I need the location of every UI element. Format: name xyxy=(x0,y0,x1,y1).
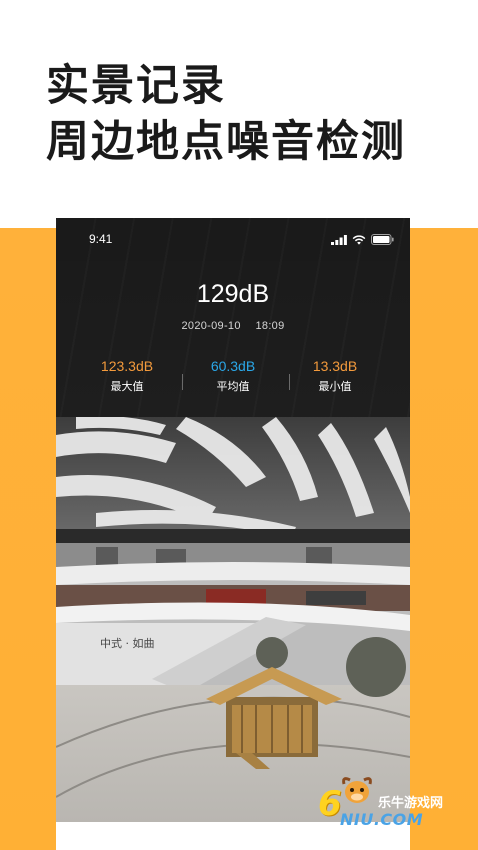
reading-datetime: 2020-09-10 18:09 xyxy=(56,320,410,332)
stat-divider xyxy=(182,374,183,390)
mall-interior-illustration: 中式 · 如曲 xyxy=(56,417,410,822)
status-time: 9:41 xyxy=(89,232,113,246)
stat-avg-label: 平均值 xyxy=(216,380,250,393)
wifi-icon xyxy=(352,234,366,245)
ox-mascot-icon xyxy=(342,777,372,803)
stat-min-label: 最小值 xyxy=(318,380,352,393)
headline: 实景记录 周边地点噪音检测 xyxy=(46,58,406,170)
reading-panel: 9:41 129dB 2020-09-10 18:09 123.3dB 最大值 … xyxy=(56,218,410,417)
battery-icon xyxy=(371,234,394,245)
headline-line-1: 实景记录 xyxy=(46,61,226,111)
stats-row: 123.3dB 最大值 60.3dB 平均值 13.3dB 最小值 xyxy=(56,356,410,400)
stat-avg-value: 60.3dB xyxy=(210,358,256,374)
watermark-brand: 乐牛游戏网 xyxy=(378,796,444,811)
stat-divider xyxy=(289,374,290,390)
stat-max-value: 123.3dB xyxy=(100,358,154,374)
status-bar: 9:41 xyxy=(56,230,410,250)
headline-line-2: 周边地点噪音检测 xyxy=(46,117,406,167)
reading-time: 18:09 xyxy=(255,320,285,332)
location-photo: 中式 · 如曲 xyxy=(56,417,410,822)
site-watermark: 6 乐牛游戏网 NIU.COM xyxy=(318,776,468,832)
photo-signage: 中式 · 如曲 xyxy=(100,636,155,650)
current-db-reading: 129dB xyxy=(196,280,270,308)
stat-max: 123.3dB 最大值 xyxy=(72,356,182,398)
stat-min: 13.3dB 最小值 xyxy=(280,356,390,398)
reading-date: 2020-09-10 xyxy=(181,320,241,332)
watermark-domain: NIU.COM xyxy=(340,810,424,829)
stat-min-value: 13.3dB xyxy=(312,358,358,374)
watermark-digit: 6 xyxy=(318,784,342,824)
stat-avg: 60.3dB 平均值 xyxy=(178,356,288,398)
phone-mockup: 9:41 129dB 2020-09-10 18:09 123.3dB 最大值 … xyxy=(56,218,410,850)
stat-max-label: 最大值 xyxy=(110,380,144,393)
signal-icon xyxy=(331,234,347,245)
